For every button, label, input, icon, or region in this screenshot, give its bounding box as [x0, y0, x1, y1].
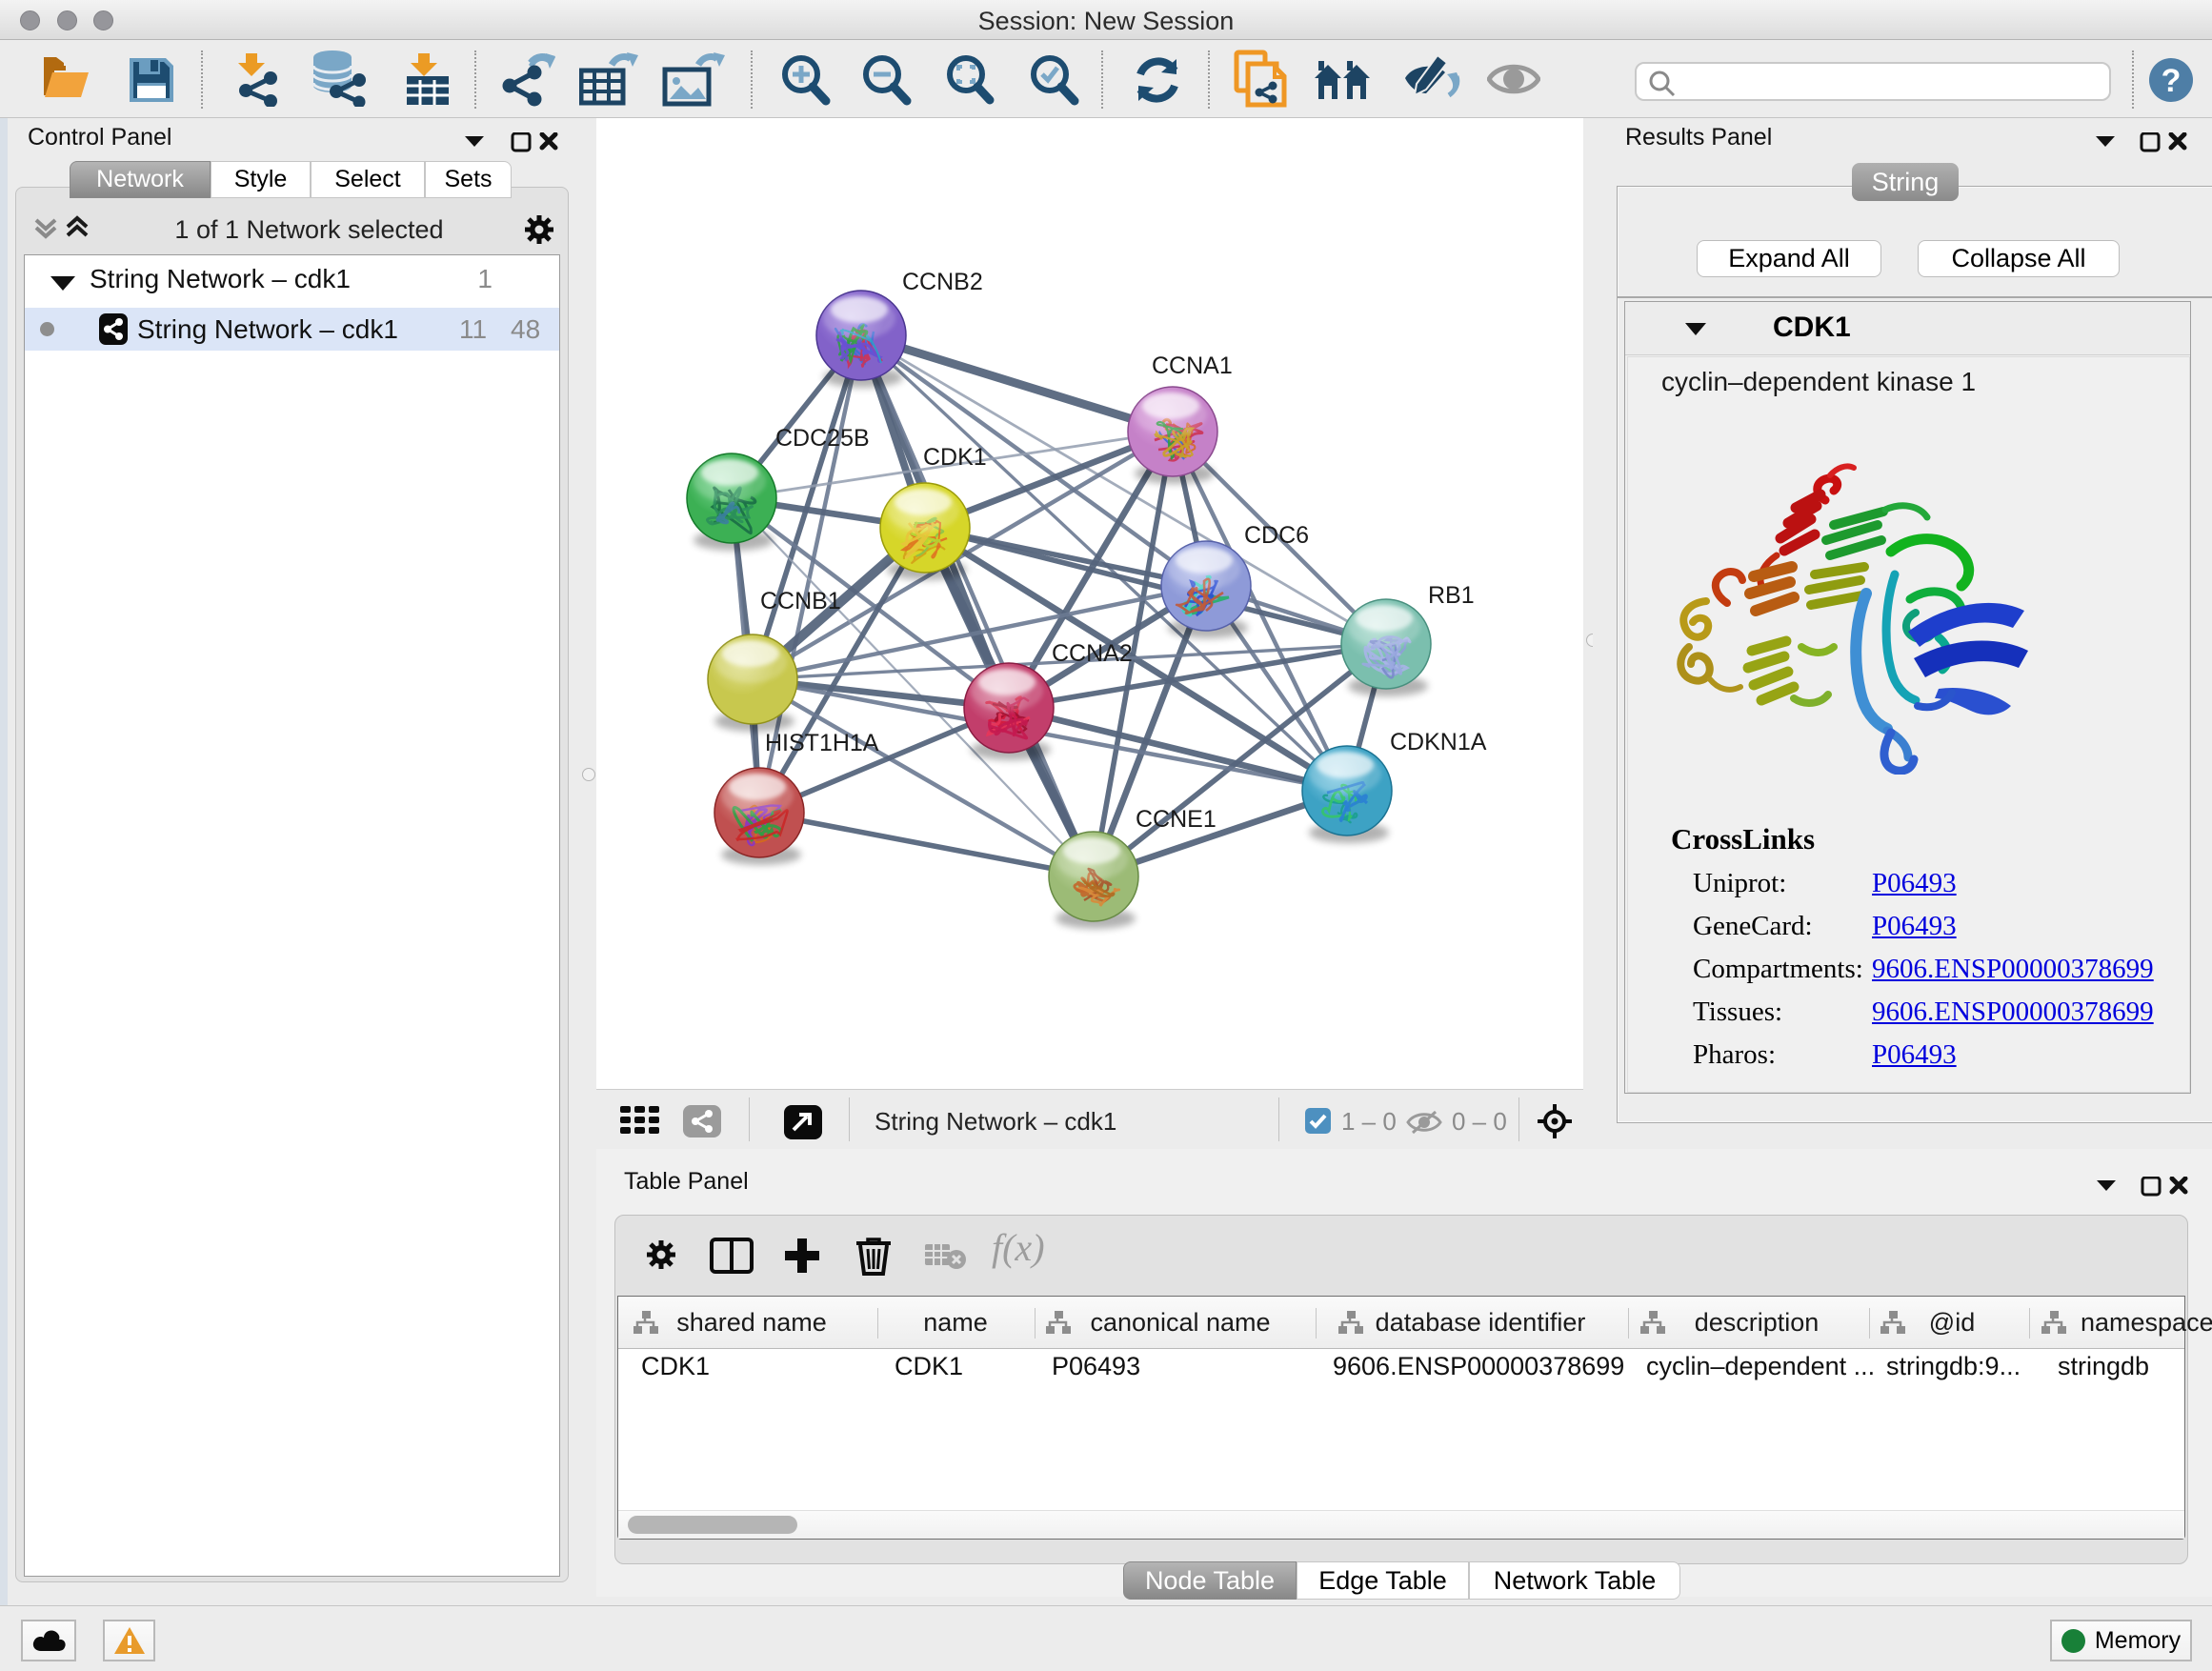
- svg-text:CDK1: CDK1: [923, 444, 987, 471]
- svg-text:CDC25B: CDC25B: [775, 425, 870, 452]
- svg-text:CCNA2: CCNA2: [1052, 640, 1133, 667]
- svg-text:CCNA1: CCNA1: [1152, 352, 1233, 379]
- svg-text:?: ?: [2162, 63, 2182, 99]
- svg-text:CCNB2: CCNB2: [902, 269, 983, 295]
- svg-text:HIST1H1A: HIST1H1A: [765, 730, 879, 756]
- svg-text:CDC6: CDC6: [1244, 522, 1309, 549]
- svg-text:CCNB1: CCNB1: [760, 588, 841, 614]
- svg-text:CDKN1A: CDKN1A: [1390, 729, 1487, 755]
- svg-text:CCNE1: CCNE1: [1136, 806, 1217, 833]
- svg-text:RB1: RB1: [1428, 582, 1475, 609]
